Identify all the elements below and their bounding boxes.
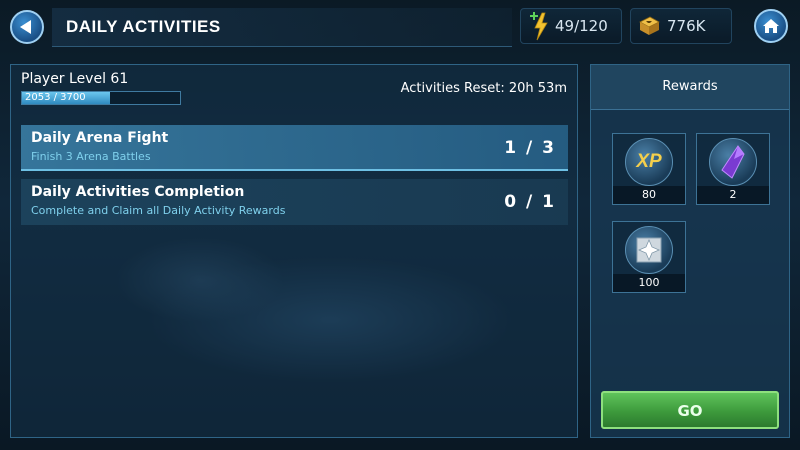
- home-button[interactable]: [754, 9, 788, 43]
- rewards-header: Rewards: [591, 65, 789, 110]
- reward-shard[interactable]: 2: [696, 133, 770, 205]
- back-button[interactable]: [10, 10, 44, 44]
- energy-value: 49/120: [555, 17, 608, 35]
- credits-value: 776K: [667, 17, 706, 35]
- rewards-panel: Rewards XP 80 2 100 GO: [590, 64, 790, 438]
- xp-progress-text: 2053 / 3700: [25, 92, 86, 103]
- reward-quantity: 2: [697, 186, 769, 204]
- purple-shard-orb: [709, 138, 757, 186]
- energy-counter[interactable]: 49/120: [520, 8, 622, 44]
- reward-xp[interactable]: XP 80: [612, 133, 686, 205]
- activity-progress: 0 / 1: [504, 192, 556, 212]
- player-level-label: Player Level 61: [21, 71, 129, 87]
- xp-progress-bar: 2053 / 3700: [21, 91, 181, 105]
- reward-quantity: 80: [613, 186, 685, 204]
- activity-description: Complete and Claim all Daily Activity Re…: [31, 204, 286, 217]
- lightning-bolt-icon: [530, 12, 548, 41]
- activities-reset-timer: Activities Reset: 20h 53m: [400, 81, 567, 96]
- activity-title: Daily Activities Completion: [31, 184, 245, 200]
- reward-ally-points[interactable]: 100: [612, 221, 686, 293]
- xp-icon-text: XP: [636, 151, 662, 172]
- credits-counter[interactable]: 776K: [630, 8, 732, 44]
- crystal-orb: [625, 226, 673, 274]
- page-title: DAILY ACTIVITIES: [66, 17, 221, 36]
- xp-icon: XP: [625, 138, 673, 186]
- go-button-label: GO: [677, 402, 703, 420]
- back-arrow-icon: [20, 20, 31, 34]
- title-bar: DAILY ACTIVITIES: [52, 8, 512, 47]
- credit-chip-icon: [639, 16, 660, 35]
- activity-title: Daily Arena Fight: [31, 130, 169, 146]
- activity-description: Finish 3 Arena Battles: [31, 150, 151, 163]
- activity-daily-arena-fight[interactable]: Daily Arena Fight Finish 3 Arena Battles…: [21, 125, 568, 171]
- home-icon: [763, 19, 779, 33]
- activity-daily-activities-completion[interactable]: Daily Activities Completion Complete and…: [21, 179, 568, 225]
- activity-progress: 1 / 3: [504, 138, 556, 158]
- rewards-title: Rewards: [662, 79, 718, 94]
- activities-panel: Player Level 61 2053 / 3700 Activities R…: [10, 64, 578, 438]
- ally-point-crystal-icon: [636, 237, 662, 263]
- reward-quantity: 100: [613, 274, 685, 292]
- top-bar: DAILY ACTIVITIES 49/120 776K: [0, 0, 800, 52]
- purple-shard-icon: [721, 145, 745, 179]
- go-button[interactable]: GO: [601, 391, 779, 429]
